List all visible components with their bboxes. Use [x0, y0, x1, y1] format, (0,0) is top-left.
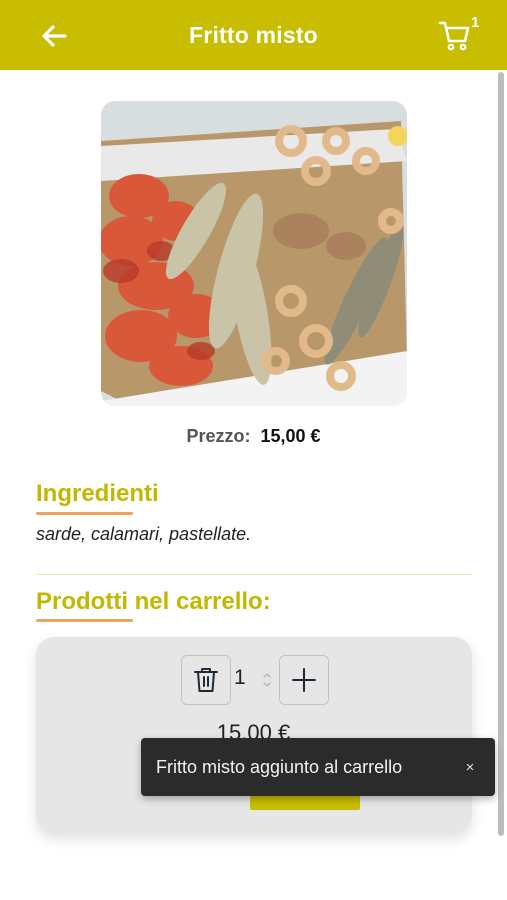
- page-title: Fritto misto: [189, 21, 318, 48]
- delete-item-button[interactable]: [181, 655, 231, 705]
- toast-close-button[interactable]: ×: [457, 759, 483, 776]
- snackbar-toast: Fritto misto aggiunto al carrello ×: [141, 738, 495, 796]
- ingredients-title: Ingredienti: [36, 480, 159, 507]
- back-button[interactable]: [40, 22, 68, 50]
- cart-section-title: Prodotti nel carrello:: [36, 588, 271, 615]
- quantity-spinner-icon[interactable]: [262, 670, 272, 690]
- trash-icon: [194, 668, 218, 692]
- plus-icon: [292, 668, 316, 692]
- price-row: Prezzo: 15,00 €: [0, 426, 507, 447]
- product-image: [101, 101, 407, 406]
- arrow-left-icon: [42, 25, 67, 47]
- ingredients-text: sarde, calamari, pastellate.: [36, 524, 252, 544]
- price-label: Prezzo:: [186, 426, 251, 446]
- divider: [36, 574, 472, 575]
- price-value: 15,00 €: [260, 426, 321, 446]
- toast-message: Fritto misto aggiunto al carrello: [156, 756, 403, 777]
- cart-count-badge: 1: [471, 14, 480, 31]
- cart-icon: [438, 21, 470, 51]
- cart-button[interactable]: [438, 18, 472, 52]
- increment-button[interactable]: [279, 655, 329, 705]
- top-app-bar: Fritto misto 1: [0, 0, 507, 70]
- ingredients-underline: [36, 512, 133, 515]
- cart-section-underline: [36, 619, 133, 622]
